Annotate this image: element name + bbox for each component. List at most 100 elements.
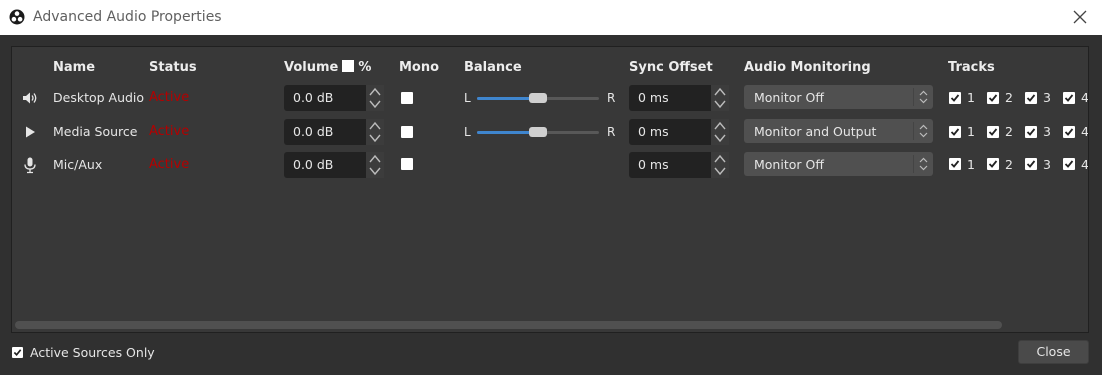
audio-monitoring-value: Monitor Off [754, 90, 824, 105]
chevron-down-icon[interactable] [713, 165, 727, 177]
close-icon[interactable] [1072, 9, 1088, 25]
sync-offset-spin-arrows[interactable] [711, 85, 729, 111]
track-3-checkbox[interactable] [1025, 158, 1037, 170]
chevron-down-icon[interactable] [713, 98, 727, 110]
column-header-tracks: Tracks [948, 60, 995, 75]
balance-slider[interactable] [477, 127, 599, 137]
volume-spinbox[interactable]: 0.0 dB [284, 152, 384, 178]
track-1-checkbox[interactable] [949, 158, 961, 170]
sync-offset-spin-arrows[interactable] [711, 119, 729, 145]
title-bar: Advanced Audio Properties [0, 0, 1102, 35]
source-row-media-source: Media Source Active 0.0 dB L R 0 ms Moni… [12, 119, 1088, 145]
horizontal-scrollbar[interactable] [15, 321, 1002, 329]
source-row-desktop-audio: Desktop Audio Active 0.0 dB L R 0 ms Mon… [12, 85, 1088, 111]
track-2-label: 2 [1005, 124, 1013, 139]
volume-spin-arrows[interactable] [366, 85, 384, 111]
track-1-label: 1 [967, 124, 975, 139]
track-2-checkbox[interactable] [987, 92, 999, 104]
volume-value: 0.0 dB [293, 124, 334, 139]
chevron-up-icon[interactable] [368, 86, 382, 98]
column-header-balance: Balance [464, 60, 522, 75]
source-row-mic-aux: Mic/Aux Active 0.0 dB 0 ms Monitor Off 1… [12, 152, 1089, 178]
track-1-label: 1 [967, 157, 975, 172]
checkmark-icon [1064, 94, 1074, 102]
up-down-chevron-icon [919, 157, 928, 171]
volume-percent-checkbox[interactable] [342, 60, 355, 72]
balance-slider-handle[interactable] [529, 93, 547, 103]
track-1-checkbox[interactable] [949, 126, 961, 138]
audio-monitoring-dropdown[interactable]: Monitor Off [744, 85, 933, 109]
balance-right-label: R [607, 125, 616, 139]
balance-right-label: R [607, 91, 616, 105]
chevron-up-icon[interactable] [713, 153, 727, 165]
checkmark-icon [988, 94, 998, 102]
mono-checkbox[interactable] [401, 158, 413, 170]
chevron-down-icon[interactable] [713, 132, 727, 144]
volume-spinbox[interactable]: 0.0 dB [284, 119, 384, 145]
column-header-mono: Mono [399, 60, 440, 75]
track-4-checkbox[interactable] [1063, 126, 1075, 138]
checkmark-icon [950, 94, 960, 102]
volume-spinbox[interactable]: 0.0 dB [284, 85, 384, 111]
chevron-up-icon[interactable] [713, 120, 727, 132]
up-down-chevron-icon [919, 124, 928, 138]
sync-offset-spin-arrows[interactable] [711, 152, 729, 178]
status-label: Active [149, 124, 190, 139]
volume-percent-label: % [358, 60, 372, 75]
column-header-sync-offset: Sync Offset [629, 60, 713, 75]
chevron-up-icon[interactable] [368, 120, 382, 132]
microphone-icon [24, 157, 36, 174]
volume-spin-arrows[interactable] [366, 152, 384, 178]
source-name: Mic/Aux [53, 157, 103, 172]
balance-slider-handle[interactable] [529, 127, 547, 137]
speaker-icon [23, 92, 37, 104]
chevron-down-icon[interactable] [368, 98, 382, 110]
mono-checkbox[interactable] [401, 126, 413, 138]
chevron-up-icon[interactable] [368, 153, 382, 165]
source-name: Media Source [53, 124, 138, 139]
track-4-checkbox[interactable] [1063, 92, 1075, 104]
sync-offset-spinbox[interactable]: 0 ms [629, 85, 729, 111]
chevron-down-icon[interactable] [368, 165, 382, 177]
balance-slider[interactable] [477, 93, 599, 103]
track-4-checkbox[interactable] [1063, 158, 1075, 170]
dropdown-divider [913, 88, 914, 106]
sync-offset-spinbox[interactable]: 0 ms [629, 152, 729, 178]
checkmark-icon [1026, 160, 1036, 168]
track-2-label: 2 [1005, 157, 1013, 172]
up-down-chevron-icon [919, 90, 928, 104]
chevron-down-icon[interactable] [368, 132, 382, 144]
mono-checkbox[interactable] [401, 92, 413, 104]
track-1-checkbox[interactable] [949, 92, 961, 104]
checkmark-icon [1026, 128, 1036, 136]
audio-monitoring-dropdown[interactable]: Monitor Off [744, 152, 933, 176]
audio-monitoring-value: Monitor and Output [754, 124, 877, 139]
track-3-label: 3 [1043, 157, 1051, 172]
checkmark-icon [950, 160, 960, 168]
track-3-checkbox[interactable] [1025, 126, 1037, 138]
track-3-checkbox[interactable] [1025, 92, 1037, 104]
sync-offset-spinbox[interactable]: 0 ms [629, 119, 729, 145]
chevron-up-icon[interactable] [713, 86, 727, 98]
track-2-checkbox[interactable] [987, 126, 999, 138]
audio-monitoring-dropdown[interactable]: Monitor and Output [744, 119, 933, 143]
track-4-label: 4 [1081, 157, 1089, 172]
sync-offset-value: 0 ms [638, 157, 669, 172]
status-label: Active [149, 90, 190, 105]
checkmark-icon [988, 160, 998, 168]
status-label: Active [149, 157, 190, 172]
active-sources-only-label: Active Sources Only [30, 345, 155, 360]
sync-offset-value: 0 ms [638, 90, 669, 105]
obs-logo-icon [9, 9, 25, 25]
checkmark-icon [950, 128, 960, 136]
volume-spin-arrows[interactable] [366, 119, 384, 145]
volume-header-label: Volume [284, 60, 339, 75]
checkmark-icon [13, 349, 22, 356]
track-3-label: 3 [1043, 124, 1051, 139]
active-sources-only-checkbox[interactable] [12, 347, 23, 358]
track-2-checkbox[interactable] [987, 158, 999, 170]
checkmark-icon [1026, 94, 1036, 102]
source-name: Desktop Audio [53, 90, 145, 105]
close-button[interactable]: Close [1018, 340, 1089, 364]
track-3-label: 3 [1043, 90, 1051, 105]
